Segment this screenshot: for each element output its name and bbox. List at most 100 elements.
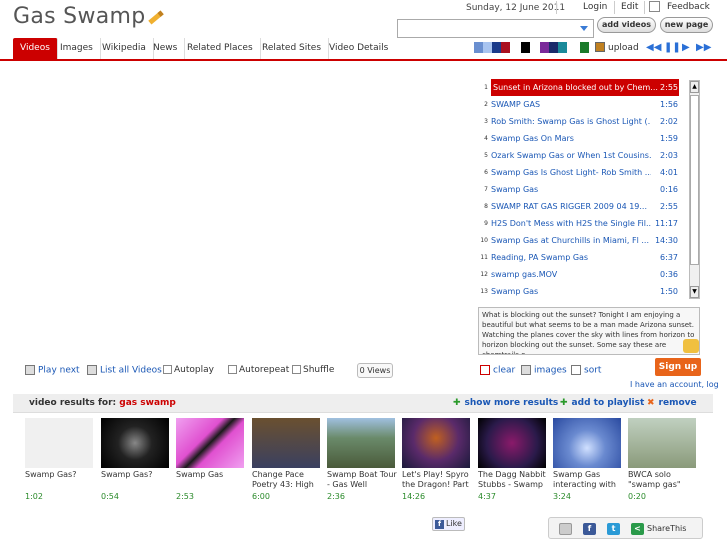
video-thumbnail[interactable]: Swamp Gas? 1:02 — [25, 417, 97, 507]
playlist-item-title[interactable]: Reading, PA Swamp Gas — [491, 249, 651, 266]
scroll-down-icon[interactable]: ▼ — [690, 286, 699, 298]
color-swatch[interactable] — [483, 42, 492, 53]
site-logo[interactable]: Gas Swamp — [13, 4, 164, 29]
playlist-item[interactable]: 7 Swamp Gas 0:16 — [478, 181, 678, 198]
thumbnail-image[interactable] — [176, 418, 244, 468]
sort-button[interactable]: sort — [571, 365, 601, 376]
login-account-link[interactable]: I have an account, log — [630, 380, 719, 389]
playlist-item[interactable]: 2 SWAMP GAS 1:56 — [478, 96, 678, 113]
playlist-item-title[interactable]: Sunset in Arizona blocked out by Chem... — [491, 79, 679, 96]
video-thumbnail[interactable]: Swamp Gas? 0:54 — [101, 417, 173, 507]
color-swatch[interactable] — [568, 42, 577, 53]
playlist-item-title[interactable]: swamp gas.MOV — [491, 266, 651, 283]
thumbnail-title[interactable]: Swamp Boat Tour - Gas Well — [327, 470, 399, 490]
images-button[interactable]: images — [521, 365, 567, 376]
upload-link[interactable]: upload — [608, 43, 639, 53]
video-thumbnail[interactable]: BWCA solo "swamp gas" 0:20 — [628, 417, 700, 507]
video-thumbnail[interactable]: Swamp Gas interacting with 3:24 — [553, 417, 625, 507]
facebook-like-button[interactable]: f Like — [432, 517, 465, 531]
show-more-results-button[interactable]: ✚ show more results — [453, 398, 558, 408]
playlist-item[interactable]: 5 Ozark Swamp Gas or When 1st Cousins... 2… — [478, 147, 678, 164]
add-videos-button[interactable]: add videos — [597, 17, 656, 33]
twitter-share-icon[interactable]: t — [607, 523, 620, 535]
thumbnail-image[interactable] — [402, 418, 470, 468]
thumbnail-image[interactable] — [478, 418, 546, 468]
tab-videos[interactable]: Videos — [13, 38, 58, 59]
pause-icon[interactable]: ❚❚ — [664, 42, 681, 53]
new-page-button[interactable]: new page — [660, 17, 713, 33]
color-swatch[interactable] — [540, 42, 549, 53]
thumbnail-title[interactable]: Swamp Gas? — [101, 470, 173, 490]
tab-video-details[interactable]: Video Details — [322, 38, 395, 59]
video-thumbnail[interactable]: Let's Play! Spyro the Dragon! Part 14:26 — [402, 417, 474, 507]
thumbnail-image[interactable] — [628, 418, 696, 468]
remove-button[interactable]: ✖ remove — [647, 398, 697, 408]
playlist-item-title[interactable]: SWAMP GAS — [491, 96, 651, 113]
play-icon[interactable]: ▶ — [682, 42, 690, 53]
scroll-thumb[interactable] — [690, 95, 699, 265]
thumbnail-image[interactable] — [252, 418, 320, 468]
playlist-item-title[interactable]: Swamp Gas at Churchills in Miami, Fl ... — [491, 232, 651, 249]
sharethis-icon[interactable]: < — [631, 523, 644, 535]
tab-images[interactable]: Images — [53, 38, 101, 59]
playlist-item[interactable]: 6 Swamp Gas Is Ghost Light- Rob Smith ...… — [478, 164, 678, 181]
thumbnail-image[interactable] — [101, 418, 169, 468]
search-input[interactable] — [397, 19, 594, 38]
thumbnail-title[interactable]: Change Pace Poetry 43: High on — [252, 470, 324, 490]
playlist-item[interactable]: 11 Reading, PA Swamp Gas 6:37 — [478, 249, 678, 266]
email-share-icon[interactable] — [559, 523, 572, 535]
color-swatch[interactable] — [580, 42, 589, 53]
thumbnail-image[interactable] — [553, 418, 621, 468]
playlist-item[interactable]: 12 swamp gas.MOV 0:36 — [478, 266, 678, 283]
playlist-item[interactable]: 4 Swamp Gas On Mars 1:59 — [478, 130, 678, 147]
facebook-share-icon[interactable]: f — [583, 523, 596, 535]
thumbnail-image[interactable] — [25, 418, 93, 468]
color-swatch[interactable] — [492, 42, 501, 53]
playlist-item[interactable]: 10 Swamp Gas at Churchills in Miami, Fl .… — [478, 232, 678, 249]
thumbnail-title[interactable]: Swamp Gas — [176, 470, 248, 490]
playlist-item-title[interactable]: Ozark Swamp Gas or When 1st Cousins... — [491, 147, 651, 164]
autoplay-checkbox[interactable]: Autoplay — [163, 365, 214, 375]
sharethis-label[interactable]: ShareThis — [647, 523, 686, 535]
playlist-scrollbar[interactable]: ▲ ▼ — [689, 80, 700, 299]
playlist-item[interactable]: 1 Sunset in Arizona blocked out by Chem..… — [478, 79, 679, 96]
playlist-item-title[interactable]: SWAMP RAT GAS RIGGER 2009 04 19... — [491, 198, 651, 215]
video-thumbnail[interactable]: Swamp Gas 2:53 — [176, 417, 248, 507]
thumbnail-title[interactable]: BWCA solo "swamp gas" — [628, 470, 700, 490]
list-all-videos-button[interactable]: List all Videos — [87, 365, 162, 376]
playlist-item[interactable]: 8 SWAMP RAT GAS RIGGER 2009 04 19... 2:55 — [478, 198, 678, 215]
edit-link[interactable]: Edit — [621, 2, 638, 12]
color-swatch[interactable] — [558, 42, 567, 53]
thumbnail-title[interactable]: Swamp Gas interacting with — [553, 470, 625, 490]
color-swatch[interactable] — [501, 42, 510, 53]
playlist-item-title[interactable]: Swamp Gas — [491, 283, 651, 300]
fast-forward-icon[interactable]: ▶▶ — [696, 42, 711, 53]
feedback-link[interactable]: Feedback — [667, 2, 710, 12]
playlist-item-title[interactable]: H2S Don't Mess with H2S the Single Fil..… — [491, 215, 651, 232]
playlist-item[interactable]: 3 Rob Smith: Swamp Gas is Ghost Light (… 2… — [478, 113, 678, 130]
color-swatch[interactable] — [549, 42, 558, 53]
rewind-icon[interactable]: ◀◀ — [646, 42, 661, 53]
tab-related-places[interactable]: Related Places — [180, 38, 261, 59]
color-swatch[interactable] — [474, 42, 483, 53]
add-to-playlist-button[interactable]: ✚ add to playlist — [560, 398, 644, 408]
video-thumbnail[interactable]: The Dagg Nabbit Stubbs - Swamp 4:37 — [478, 417, 550, 507]
signup-button[interactable]: Sign up — [655, 358, 701, 376]
play-next-button[interactable]: Play next — [25, 365, 80, 376]
tab-related-sites[interactable]: Related Sites — [255, 38, 330, 59]
login-link[interactable]: Login — [583, 2, 607, 12]
playlist-item-title[interactable]: Swamp Gas Is Ghost Light- Rob Smith ... — [491, 164, 651, 181]
thumbnail-title[interactable]: Let's Play! Spyro the Dragon! Part — [402, 470, 474, 490]
playlist-item-title[interactable]: Rob Smith: Swamp Gas is Ghost Light (… — [491, 113, 651, 130]
thumbnail-image[interactable] — [327, 418, 395, 468]
color-swatch[interactable] — [531, 42, 540, 53]
playlist-item-title[interactable]: Swamp Gas — [491, 181, 651, 198]
video-thumbnail[interactable]: Swamp Boat Tour - Gas Well 2:36 — [327, 417, 399, 507]
scroll-up-icon[interactable]: ▲ — [690, 81, 699, 93]
shuffle-checkbox[interactable]: Shuffle — [292, 365, 334, 375]
playlist-item-title[interactable]: Swamp Gas On Mars — [491, 130, 651, 147]
color-swatch[interactable] — [511, 42, 520, 53]
thumbnail-title[interactable]: The Dagg Nabbit Stubbs - Swamp — [478, 470, 550, 490]
autorepeat-checkbox[interactable]: Autorepeat — [228, 365, 289, 375]
thumbnail-title[interactable]: Swamp Gas? — [25, 470, 97, 490]
